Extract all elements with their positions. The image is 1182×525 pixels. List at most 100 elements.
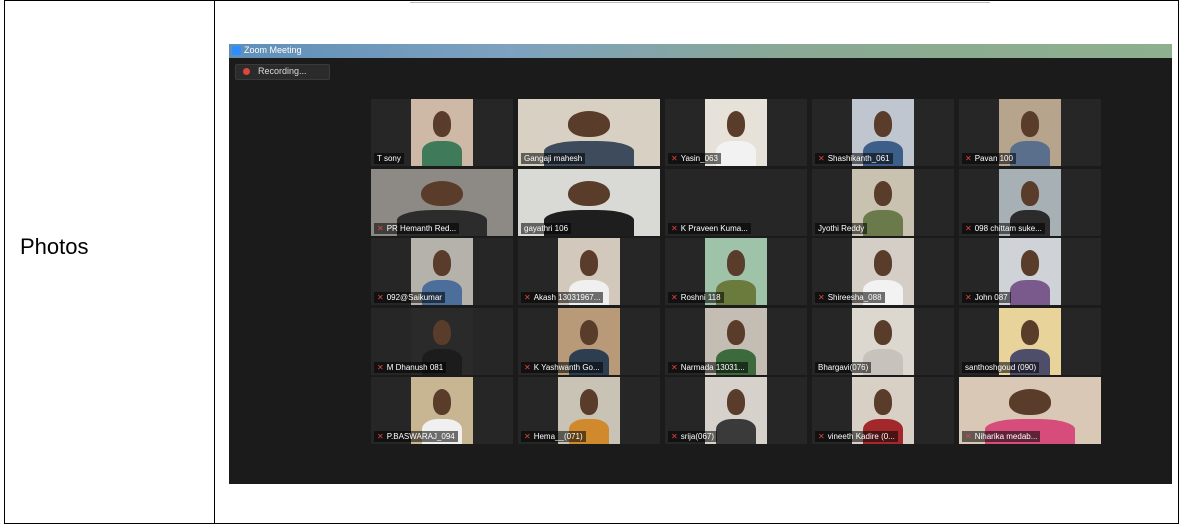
participant-name-text: gayathri 106 bbox=[524, 223, 569, 233]
participant-tile[interactable]: ✕ K Praveen Kuma... bbox=[665, 168, 807, 236]
muted-mic-icon: ✕ bbox=[524, 293, 531, 302]
participant-tile[interactable]: ✕ 092@Saikumar bbox=[371, 238, 513, 305]
participant-name: ✕ M Dhanush 081 bbox=[374, 361, 447, 373]
participant-head bbox=[432, 111, 452, 137]
participant-tile[interactable]: ✕ vineeth Kadire (0... bbox=[812, 377, 954, 444]
zoom-titlebar: Zoom Meeting bbox=[229, 44, 1172, 58]
window-title: Zoom Meeting bbox=[244, 45, 302, 55]
zoom-app-icon bbox=[232, 46, 241, 55]
muted-mic-icon: ✕ bbox=[965, 223, 972, 233]
muted-mic-icon: ✕ bbox=[377, 293, 384, 302]
participant-tile[interactable]: ✕ K Yashwanth Go... bbox=[518, 307, 660, 375]
muted-mic-icon: ✕ bbox=[818, 293, 825, 302]
participant-name-text: Pavan 100 bbox=[974, 154, 1013, 163]
participant-tile[interactable]: ✕ srija(067) bbox=[665, 377, 807, 444]
participant-name: ✕ Roshni 118 bbox=[668, 292, 724, 303]
participant-tile[interactable]: T sony bbox=[371, 99, 513, 166]
participant-body bbox=[422, 140, 462, 166]
participant-tile[interactable]: ✕ Shashikanth_061 bbox=[812, 99, 954, 166]
row-label-photos: Photos bbox=[20, 234, 89, 259]
participant-tile[interactable]: ✕ PR Hemanth Red... bbox=[371, 168, 513, 236]
zoom-meeting-screenshot: Zoom Meeting Recording... T sony Gangaji … bbox=[229, 44, 1172, 484]
participant-name-text: Niharika medab... bbox=[974, 432, 1038, 441]
participant-tile[interactable]: gayathri 106 bbox=[518, 168, 660, 236]
participant-name-text: K Praveen Kuma... bbox=[680, 223, 748, 233]
muted-mic-icon: ✕ bbox=[671, 223, 678, 233]
participant-name-text: K Yashwanth Go... bbox=[533, 362, 600, 372]
participant-tile[interactable]: ✕ Narmada 13031... bbox=[665, 307, 807, 375]
participant-head bbox=[432, 250, 452, 276]
participant-name-text: Gangaji mahesh bbox=[524, 154, 583, 163]
participant-tile[interactable]: Gangaji mahesh bbox=[518, 99, 660, 166]
participant-name: ✕ Hema__(071) bbox=[521, 431, 586, 442]
participant-head bbox=[1020, 319, 1040, 345]
participant-head bbox=[1020, 111, 1040, 137]
participant-name-text: srija(067) bbox=[680, 432, 715, 441]
participant-tile[interactable]: ✕ Yasin_063 bbox=[665, 99, 807, 166]
recording-indicator[interactable]: Recording... bbox=[235, 64, 330, 80]
participant-name: ✕ Shashikanth_061 bbox=[815, 153, 893, 164]
participant-name: ✕ Pavan 100 bbox=[962, 153, 1016, 164]
muted-mic-icon: ✕ bbox=[818, 154, 825, 163]
muted-mic-icon: ✕ bbox=[524, 362, 531, 372]
muted-mic-icon: ✕ bbox=[524, 432, 531, 441]
participant-name: gayathri 106 bbox=[521, 222, 572, 234]
participant-head bbox=[873, 389, 893, 415]
participant-tile[interactable]: ✕ Roshni 118 bbox=[665, 238, 807, 305]
muted-mic-icon: ✕ bbox=[965, 154, 972, 163]
participant-head bbox=[579, 389, 599, 415]
participant-name-text: 098 chittam suke... bbox=[974, 223, 1042, 233]
participant-name: ✕ Akash 13031967... bbox=[521, 292, 604, 303]
participant-body bbox=[1010, 279, 1050, 305]
participant-name-text: P.BASWARAJ_094 bbox=[386, 432, 455, 441]
participant-tile[interactable]: ✕ Niharika medab... bbox=[959, 377, 1101, 444]
participant-tile[interactable]: ✕ P.BASWARAJ_094 bbox=[371, 377, 513, 444]
participant-name: ✕ PR Hemanth Red... bbox=[374, 222, 460, 234]
participant-head bbox=[726, 111, 746, 137]
participant-name-text: Akash 13031967... bbox=[533, 293, 601, 302]
participant-head bbox=[873, 250, 893, 276]
participant-video bbox=[411, 99, 473, 166]
recording-label: Recording... bbox=[258, 66, 307, 76]
participant-head bbox=[579, 319, 599, 345]
participant-name: ✕ 098 chittam suke... bbox=[962, 222, 1045, 234]
participant-head bbox=[726, 389, 746, 415]
participant-name: ✕ Narmada 13031... bbox=[668, 361, 748, 373]
participant-name: ✕ Yasin_063 bbox=[668, 153, 721, 164]
participant-name: ✕ P.BASWARAJ_094 bbox=[374, 431, 458, 442]
participant-name: ✕ srija(067) bbox=[668, 431, 718, 442]
participant-head bbox=[873, 319, 893, 345]
participant-tile[interactable]: ✕ 098 chittam suke... bbox=[959, 168, 1101, 236]
participant-name: ✕ John 087 bbox=[962, 292, 1011, 303]
participant-body bbox=[1010, 140, 1050, 166]
participant-tile[interactable]: ✕ Akash 13031967... bbox=[518, 238, 660, 305]
participant-tile[interactable]: Jyothi Reddy bbox=[812, 168, 954, 236]
muted-mic-icon: ✕ bbox=[377, 362, 384, 372]
participant-tile[interactable]: ✕ Shireesha_088 bbox=[812, 238, 954, 305]
participant-tile[interactable]: ✕ M Dhanush 081 bbox=[371, 307, 513, 375]
participant-head bbox=[1008, 389, 1052, 415]
participant-name-text: Yasin_063 bbox=[680, 154, 718, 163]
video-gallery-grid: T sony Gangaji mahesh ✕ Yasin_063 ✕ Shashikan… bbox=[371, 99, 1106, 445]
participant-head bbox=[1020, 180, 1040, 206]
muted-mic-icon: ✕ bbox=[965, 432, 972, 441]
participant-tile[interactable]: ✕ Hema__(071) bbox=[518, 377, 660, 444]
muted-mic-icon: ✕ bbox=[671, 362, 678, 372]
participant-name: Jyothi Reddy bbox=[815, 222, 868, 234]
muted-mic-icon: ✕ bbox=[377, 432, 384, 441]
table-column-separator bbox=[214, 0, 215, 524]
participant-name-text: 092@Saikumar bbox=[386, 293, 442, 302]
participant-body bbox=[716, 140, 756, 166]
participant-head bbox=[873, 111, 893, 137]
participant-name: ✕ K Praveen Kuma... bbox=[668, 222, 751, 234]
participant-tile[interactable]: santhoshgoud (090) bbox=[959, 307, 1101, 375]
participant-name: santhoshgoud (090) bbox=[962, 361, 1040, 373]
participant-name: ✕ K Yashwanth Go... bbox=[521, 361, 603, 373]
muted-mic-icon: ✕ bbox=[671, 432, 678, 441]
participant-head bbox=[420, 180, 464, 206]
participant-name: ✕ vineeth Kadire (0... bbox=[815, 431, 898, 442]
participant-tile[interactable]: Bhargavi(076) bbox=[812, 307, 954, 375]
participant-tile[interactable]: ✕ Pavan 100 bbox=[959, 99, 1101, 166]
participant-tile[interactable]: ✕ John 087 bbox=[959, 238, 1101, 305]
muted-mic-icon: ✕ bbox=[965, 293, 972, 302]
